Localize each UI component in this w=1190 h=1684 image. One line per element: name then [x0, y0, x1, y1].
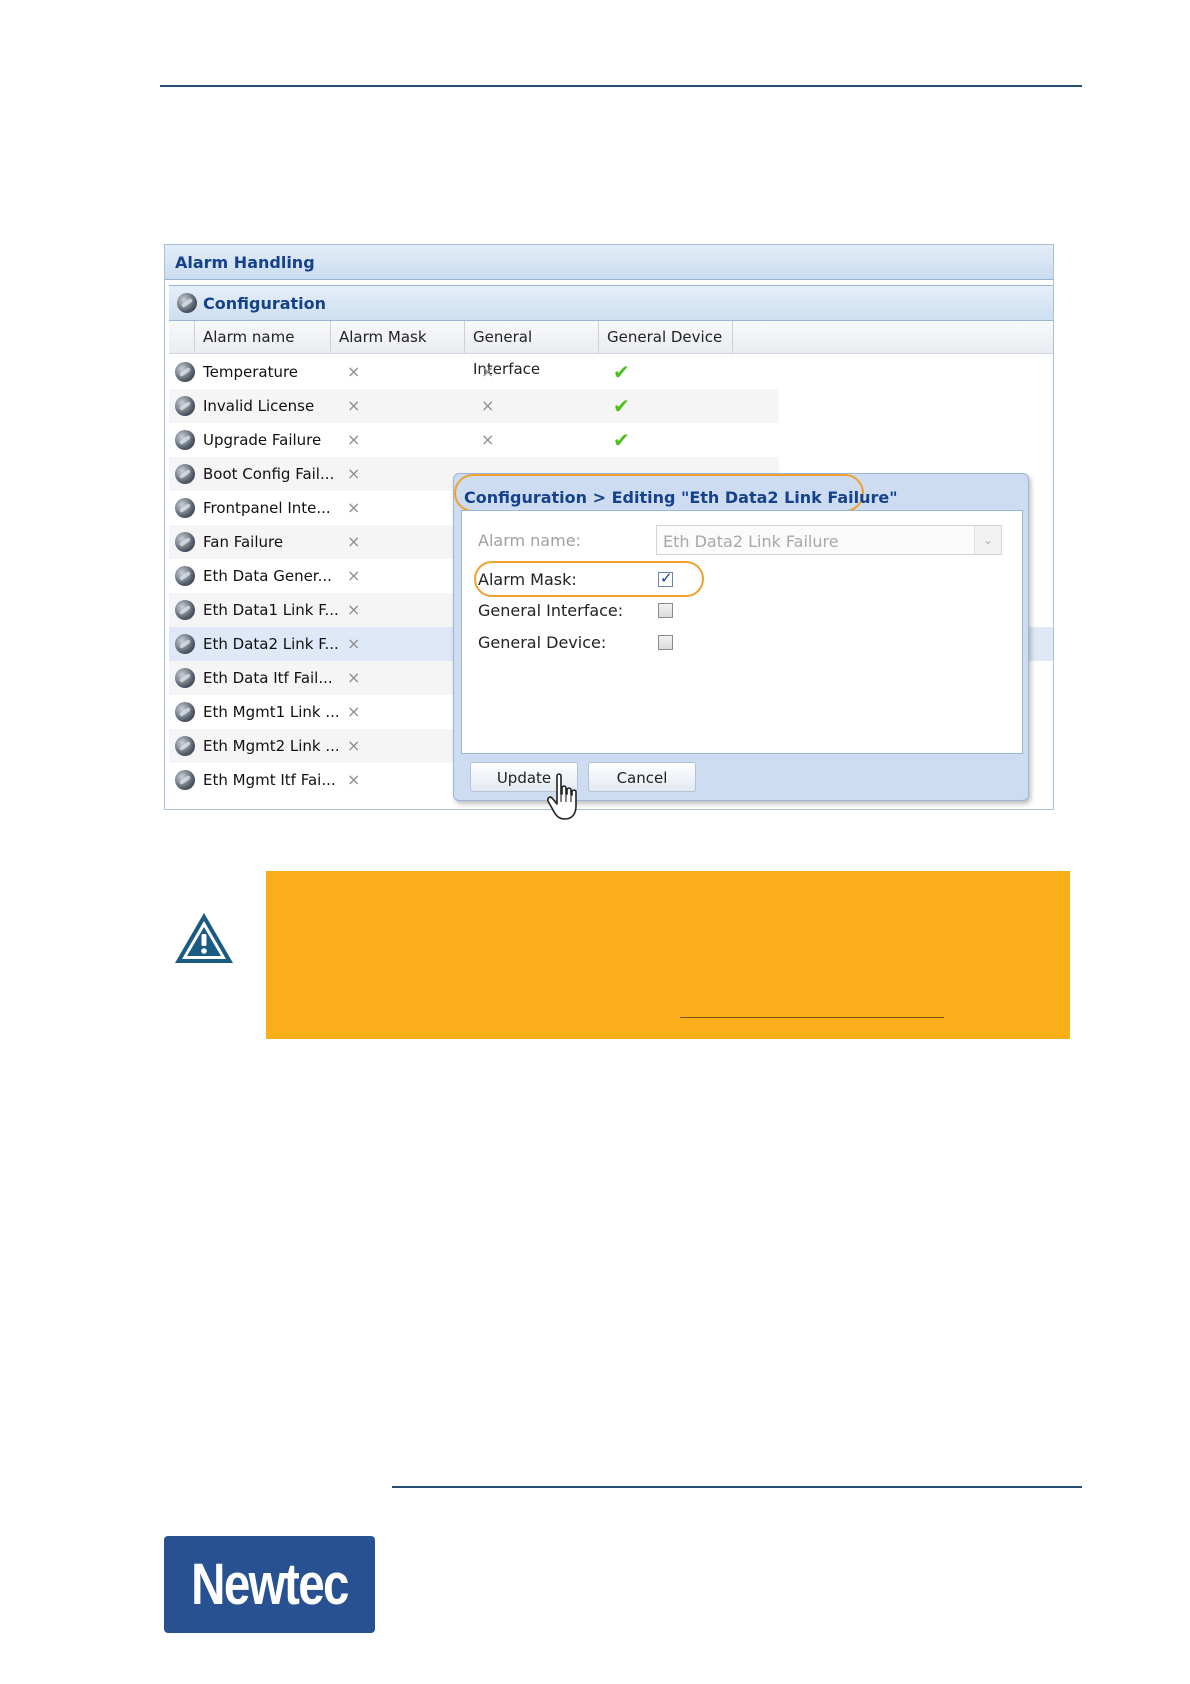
configuration-subpanel-header[interactable]: Configuration [169, 285, 1053, 321]
globe-icon [175, 736, 195, 756]
warning-box [266, 871, 1070, 1039]
cross-icon: × [347, 736, 361, 755]
cross-icon: × [347, 668, 361, 687]
alarm-name-value: Eth Data2 Link Failure [663, 532, 839, 551]
globe-icon [175, 770, 195, 790]
cross-icon: × [481, 362, 495, 381]
cross-icon: × [347, 566, 361, 585]
cross-icon: × [481, 430, 495, 449]
cross-icon: × [347, 430, 361, 449]
column-spacer [169, 321, 195, 353]
cross-icon: × [347, 600, 361, 619]
alarm-name: Eth Data Itf Fail... [203, 669, 333, 687]
globe-icon [175, 362, 195, 382]
cross-icon: × [481, 396, 495, 415]
grid-header: Alarm name Alarm Mask General Interface … [169, 321, 1053, 378]
globe-icon [175, 430, 195, 450]
warning-icon [175, 913, 233, 963]
cross-icon: × [347, 396, 361, 415]
cross-icon: × [347, 702, 361, 721]
header-rule [160, 85, 1082, 87]
alarm-name: Eth Data Gener... [203, 567, 332, 585]
alarm-name: Boot Config Fail... [203, 465, 335, 483]
cross-icon: × [347, 532, 361, 551]
cross-icon: × [347, 770, 361, 789]
cancel-button[interactable]: Cancel [588, 762, 696, 792]
panel-title-bar: Alarm Handling [165, 245, 1053, 280]
alarm-name: Eth Data1 Link F... [203, 601, 339, 619]
dialog-form: Alarm name: Eth Data2 Link Failure ⌄ Ala… [461, 510, 1023, 754]
warning-link-underline[interactable] [680, 1017, 944, 1018]
dialog-title: Configuration > Editing "Eth Data2 Link … [464, 488, 898, 507]
alarm-name: Upgrade Failure [203, 431, 322, 449]
alarm-name: Temperature [203, 363, 299, 381]
globe-icon [177, 293, 197, 313]
footer-rule [392, 1486, 1082, 1488]
globe-icon [175, 464, 195, 484]
newtec-logo: Newtec [164, 1536, 375, 1633]
column-header-general-interface[interactable]: General Interface [465, 321, 599, 378]
table-row[interactable]: Temperature × × ✔ [169, 355, 779, 389]
edit-alarm-dialog: Configuration > Editing "Eth Data2 Link … [453, 473, 1029, 801]
alarm-name: Eth Mgmt Itf Fai... [203, 771, 336, 789]
column-header-general-device[interactable]: General Device [599, 321, 733, 353]
globe-icon [175, 600, 195, 620]
cross-icon: × [347, 362, 361, 381]
table-row[interactable]: Upgrade Failure × × ✔ [169, 423, 779, 457]
column-header-alarm-name[interactable]: Alarm name [195, 321, 331, 353]
globe-icon [175, 702, 195, 722]
alarm-name-label: Alarm name: [478, 531, 581, 550]
alarm-name: Eth Data2 Link F... [203, 635, 339, 653]
alarm-name: Eth Mgmt1 Link ... [203, 703, 340, 721]
hand-cursor-icon [547, 773, 577, 820]
globe-icon [175, 668, 195, 688]
cross-icon: × [347, 634, 361, 653]
checkmark-icon: ✔ [613, 394, 630, 418]
globe-icon [175, 634, 195, 654]
general-device-label: General Device: [478, 633, 607, 652]
alarm-name-combo: Eth Data2 Link Failure ⌄ [656, 525, 1002, 555]
subpanel-title: Configuration [203, 294, 327, 313]
alarm-name: Invalid License [203, 397, 315, 415]
alarm-name: Eth Mgmt2 Link ... [203, 737, 340, 755]
general-interface-label: General Interface: [478, 601, 624, 620]
globe-icon [175, 532, 195, 552]
checkmark-icon: ✔ [613, 428, 630, 452]
alarm-mask-label: Alarm Mask: [478, 570, 577, 589]
general-device-checkbox[interactable] [658, 635, 673, 650]
chevron-down-icon: ⌄ [974, 526, 1001, 554]
globe-icon [175, 498, 195, 518]
general-interface-checkbox[interactable] [658, 603, 673, 618]
alarm-mask-checkbox[interactable] [658, 569, 673, 587]
logo-text: Newtec [191, 1552, 349, 1617]
globe-icon [175, 566, 195, 586]
checkmark-icon: ✔ [613, 360, 630, 384]
alarm-name: Frontpanel Inte... [203, 499, 331, 517]
cross-icon: × [347, 464, 361, 483]
globe-icon [175, 396, 195, 416]
alarm-name: Fan Failure [203, 533, 284, 551]
cross-icon: × [347, 498, 361, 517]
panel-title: Alarm Handling [175, 253, 315, 272]
column-header-alarm-mask[interactable]: Alarm Mask [331, 321, 465, 353]
table-row[interactable]: Invalid License × × ✔ [169, 389, 779, 423]
